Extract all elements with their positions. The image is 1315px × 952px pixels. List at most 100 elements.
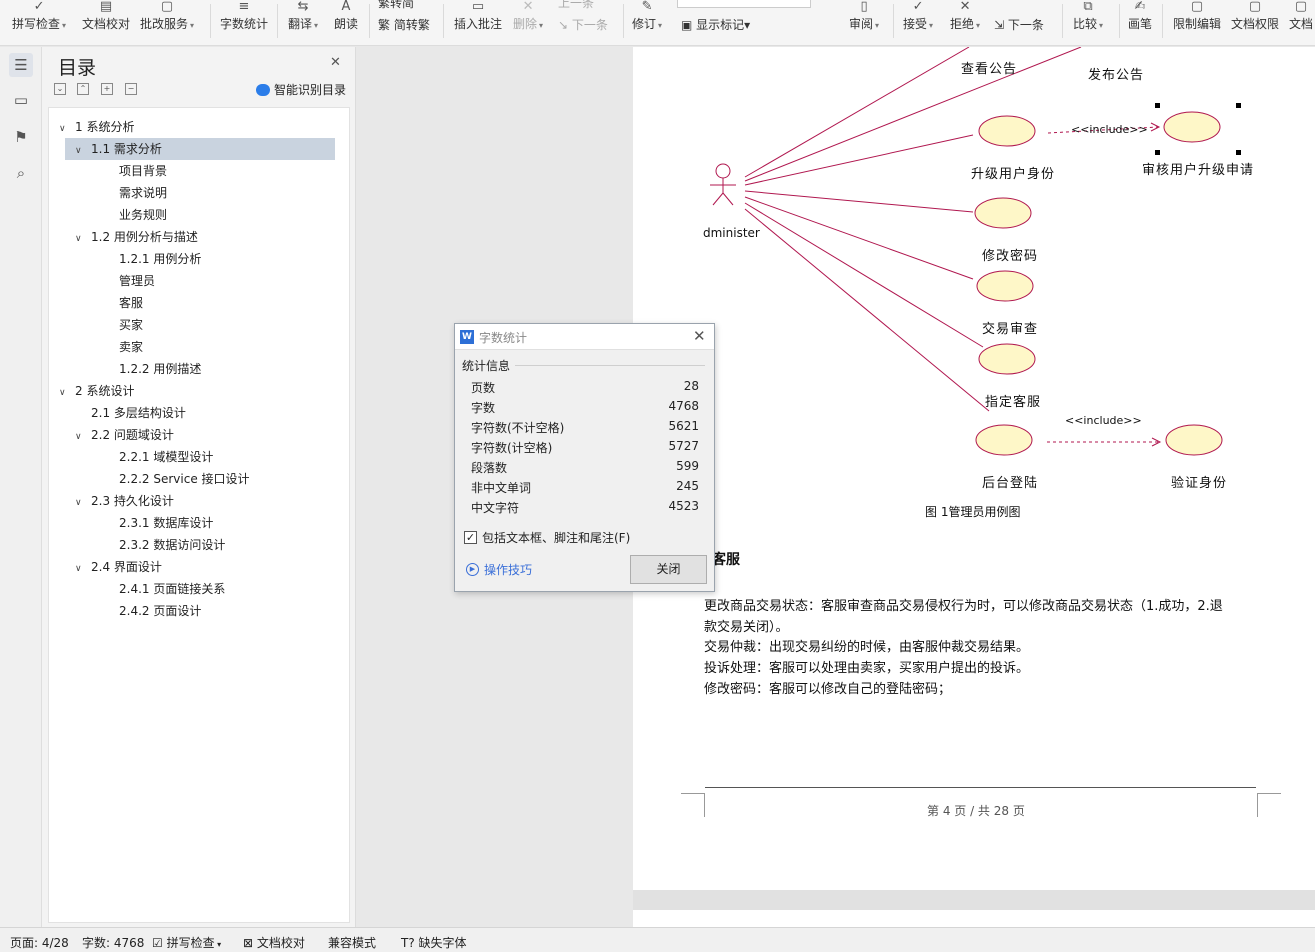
doc-permission-button[interactable]: ▢ 文档权限: [1231, 0, 1279, 45]
uc-audit-ellipse[interactable]: [1163, 111, 1221, 143]
word-count-button[interactable]: ≡ 字数统计: [220, 0, 268, 45]
toc-item[interactable]: 管理员: [49, 270, 339, 292]
toc-view-icon[interactable]: ☰: [9, 53, 33, 77]
toc-item[interactable]: 2.3.2 数据访问设计: [49, 534, 339, 556]
collapse-all-icon[interactable]: ⌃: [77, 83, 89, 95]
missing-font-status[interactable]: T? 缺失字体: [401, 934, 467, 951]
chevron-down-icon[interactable]: ∨: [75, 426, 87, 448]
chevron-down-icon[interactable]: ∨: [59, 382, 71, 404]
read-aloud-button[interactable]: A 朗读: [334, 0, 358, 45]
stat-row: 中文字符 4523: [471, 499, 699, 519]
divider: [277, 4, 278, 38]
compare-button[interactable]: ⧉ 比较 ▾: [1073, 0, 1103, 45]
dialog-titlebar: W 字数统计 ✕: [455, 324, 714, 350]
chevron-down-icon[interactable]: ∨: [75, 140, 87, 162]
include-label: <<include>>: [1071, 123, 1148, 136]
delete-comment-button[interactable]: ✕ 删除 ▾: [513, 0, 543, 45]
toc-item[interactable]: ∨ 1.2 用例分析与描述: [49, 226, 339, 248]
doc-proof-button[interactable]: ▤ 文档校对: [82, 0, 130, 45]
resize-handle[interactable]: [1236, 150, 1241, 155]
toc-item[interactable]: 业务规则: [49, 204, 339, 226]
divider: [210, 4, 211, 38]
bookmark-icon[interactable]: ⚑: [9, 125, 33, 149]
toc-item-label: 管理员: [119, 274, 156, 288]
crop-mark: [1257, 793, 1258, 817]
close-button[interactable]: 关闭: [630, 555, 707, 584]
toc-item-label: 2.3.1 数据库设计: [119, 516, 214, 530]
uc-trade-ellipse: [976, 270, 1034, 302]
accept-icon: ✓: [912, 0, 924, 14]
trad-to-simp-button[interactable]: 繁转简: [378, 0, 414, 11]
doc-proof-status[interactable]: ⊠ 文档校对: [243, 934, 305, 951]
reject-button[interactable]: ✕ 拒绝 ▾: [950, 0, 980, 45]
smart-toc-button[interactable]: 智能识别目录: [256, 81, 346, 98]
spell-check-status[interactable]: ☑ 拼写检查 ▾: [152, 934, 221, 951]
chevron-down-icon[interactable]: ∨: [75, 228, 87, 250]
chevron-down-icon[interactable]: ∨: [59, 118, 71, 140]
search-icon[interactable]: ⌕: [9, 161, 33, 185]
toc-item[interactable]: 卖家: [49, 336, 339, 358]
next-change-icon: ⇲: [994, 18, 1008, 32]
toc-item[interactable]: 1.2.2 用例描述: [49, 358, 339, 380]
toc-item[interactable]: 2.4.2 页面设计: [49, 600, 339, 622]
toc-item[interactable]: ∨ 2.4 界面设计: [49, 556, 339, 578]
show-markup-button[interactable]: ▣ 显示标记▾: [681, 16, 750, 33]
chevron-down-icon[interactable]: ∨: [75, 492, 87, 514]
next-change-button[interactable]: ⇲ 下一条: [994, 16, 1044, 33]
toc-item[interactable]: 2.3.1 数据库设计: [49, 512, 339, 534]
chapter-icon[interactable]: ▭: [9, 88, 33, 112]
doc-icon: ▢: [1294, 0, 1308, 14]
resize-handle[interactable]: [1155, 103, 1160, 108]
toc-item[interactable]: ∨ 2 系统设计: [49, 380, 339, 402]
add-entry-icon[interactable]: +: [101, 83, 113, 95]
resize-handle[interactable]: [1155, 150, 1160, 155]
toc-item[interactable]: ∨ 1.1 需求分析: [65, 138, 335, 160]
toc-item[interactable]: 1.2.1 用例分析: [49, 248, 339, 270]
restrict-edit-button[interactable]: ▢ 限制编辑: [1173, 0, 1221, 45]
toc-item[interactable]: 需求说明: [49, 182, 339, 204]
toc-item[interactable]: ∨ 2.3 持久化设计: [49, 490, 339, 512]
toc-item[interactable]: ∨ 1 系统分析: [49, 116, 339, 138]
chevron-down-icon[interactable]: ∨: [75, 558, 87, 580]
include-textbox-checkbox[interactable]: ✓ 包括文本框、脚注和尾注(F): [464, 529, 630, 546]
figure-caption: 图 1管理员用例图: [925, 505, 1021, 519]
toc-item[interactable]: 2.2.1 域模型设计: [49, 446, 339, 468]
accept-button[interactable]: ✓ 接受 ▾: [903, 0, 933, 45]
page-indicator[interactable]: 页面: 4/28: [10, 934, 69, 951]
toc-item-label: 1.2 用例分析与描述: [91, 230, 198, 244]
translate-button[interactable]: ⇆ 翻译 ▾: [288, 0, 318, 45]
pen-icon: ✍: [1134, 0, 1146, 14]
pen-button[interactable]: ✍ 画笔: [1128, 0, 1152, 45]
uc-verify-label: 验证身份: [1171, 476, 1228, 491]
markup-mode-select[interactable]: [677, 0, 811, 8]
close-icon[interactable]: ✕: [330, 55, 341, 70]
tips-link[interactable]: ▶ 操作技巧: [466, 561, 532, 578]
doc-more-button[interactable]: ▢ 文档: [1289, 0, 1313, 45]
toc-item[interactable]: 买家: [49, 314, 339, 336]
next-comment-button[interactable]: ↘ 下一条: [558, 16, 608, 33]
toc-item[interactable]: 2.2.2 Service 接口设计: [49, 468, 339, 490]
spell-check-button[interactable]: ✓ 拼写检查 ▾: [12, 0, 66, 45]
paragraph: 投诉处理：客服可以处理由卖家，买家用户提出的投诉。: [704, 661, 1030, 676]
resize-handle[interactable]: [1236, 103, 1241, 108]
toc-item[interactable]: 2.1 多层结构设计: [49, 402, 339, 424]
review-service-button[interactable]: ▢ 批改服务 ▾: [140, 0, 194, 45]
word-count-indicator[interactable]: 字数: 4768: [82, 934, 144, 951]
checkbox-checked-icon: ✓: [464, 531, 477, 544]
expand-all-icon[interactable]: ⌄: [54, 83, 66, 95]
simp-to-trad-button[interactable]: 繁 简转繁: [378, 16, 430, 33]
toc-item[interactable]: ∨ 2.2 问题域设计: [49, 424, 339, 446]
prev-comment-button[interactable]: 上一条: [558, 0, 594, 11]
toc-item[interactable]: 客服: [49, 292, 339, 314]
insert-comment-button[interactable]: ▭ 插入批注: [454, 0, 502, 45]
toc-item[interactable]: 2.4.1 页面链接关系: [49, 578, 339, 600]
toc-item-label: 2.3 持久化设计: [91, 494, 174, 508]
next-icon: ↘: [558, 18, 572, 32]
close-icon[interactable]: ✕: [693, 327, 706, 345]
toc-item[interactable]: 项目背景: [49, 160, 339, 182]
revise-button[interactable]: ✎ 修订 ▾: [632, 0, 662, 45]
review-pane-button[interactable]: ▯ 审阅 ▾: [849, 0, 879, 45]
remove-entry-icon[interactable]: −: [125, 83, 137, 95]
toc-panel: 目录 ✕ ⌄ ⌃ + − 智能识别目录 ∨ 1 系统分析 ∨ 1.1 需求分析 项目背景…: [42, 47, 356, 927]
association-assign: [744, 202, 984, 348]
